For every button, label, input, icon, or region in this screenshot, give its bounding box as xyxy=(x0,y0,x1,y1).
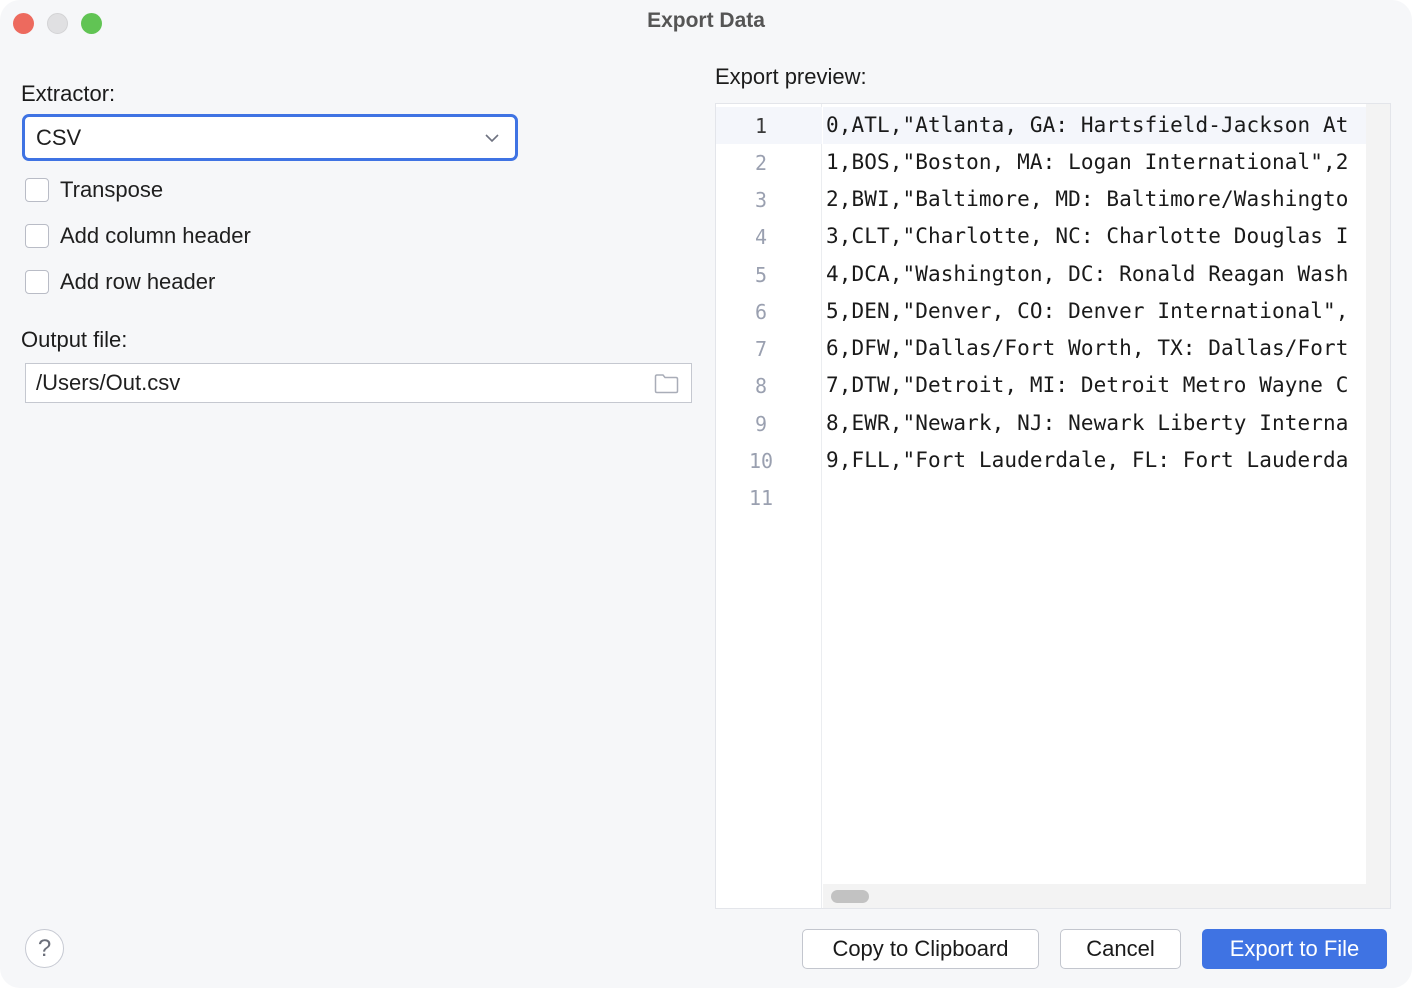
preview-line: 1,BOS,"Boston, MA: Logan International",… xyxy=(826,150,1349,174)
add-row-header-checkbox[interactable] xyxy=(25,270,49,294)
chevron-down-icon xyxy=(485,134,499,143)
preview-line: 0,ATL,"Atlanta, GA: Hartsfield-Jackson A… xyxy=(826,113,1349,137)
horizontal-scrollbar[interactable] xyxy=(823,884,1367,908)
output-file-value: /Users/Out.csv xyxy=(36,370,181,395)
line-number: 3 xyxy=(754,188,768,212)
add-column-header-checkbox[interactable] xyxy=(25,224,49,248)
add-column-header-option[interactable]: Add column header xyxy=(25,223,251,249)
horizontal-scrollbar-thumb[interactable] xyxy=(831,890,869,903)
preview-line: 3,CLT,"Charlotte, NC: Charlotte Douglas … xyxy=(826,224,1349,248)
line-number: 5 xyxy=(754,263,768,287)
preview-line: 6,DFW,"Dallas/Fort Worth, TX: Dallas/For… xyxy=(826,336,1349,360)
line-number: 10 xyxy=(748,449,774,473)
copy-to-clipboard-button[interactable]: Copy to Clipboard xyxy=(802,929,1039,969)
dialog-title: Export Data xyxy=(647,9,765,32)
preview-line: 4,DCA,"Washington, DC: Ronald Reagan Was… xyxy=(826,262,1349,286)
cancel-button[interactable]: Cancel xyxy=(1060,929,1181,969)
folder-icon[interactable] xyxy=(654,373,679,394)
preview-line: 5,DEN,"Denver, CO: Denver International"… xyxy=(826,299,1349,323)
question-mark-icon: ? xyxy=(37,934,52,962)
line-number: 4 xyxy=(754,225,768,249)
extractor-dropdown[interactable]: CSV xyxy=(22,114,518,161)
transpose-option[interactable]: Transpose xyxy=(25,177,163,203)
line-number: 1 xyxy=(754,114,768,138)
line-number: 8 xyxy=(754,374,768,398)
vertical-scrollbar[interactable] xyxy=(1366,104,1390,908)
add-row-header-label: Add row header xyxy=(60,269,216,294)
add-column-header-label: Add column header xyxy=(60,223,251,248)
export-preview-editor[interactable]: 1 2 3 4 5 6 7 8 9 10 11 0,ATL,"Atlanta, … xyxy=(715,103,1391,909)
preview-line: 7,DTW,"Detroit, MI: Detroit Metro Wayne … xyxy=(826,373,1349,397)
line-number: 6 xyxy=(754,300,768,324)
preview-line: 9,FLL,"Fort Lauderdale, FL: Fort Lauderd… xyxy=(826,448,1349,472)
export-data-dialog: Export Data Extractor: CSV Transpose Add… xyxy=(0,0,1412,988)
transpose-label: Transpose xyxy=(60,177,164,202)
transpose-checkbox[interactable] xyxy=(25,178,49,202)
output-file-input[interactable]: /Users/Out.csv xyxy=(25,363,692,403)
extractor-value: CSV xyxy=(36,124,82,150)
output-file-label: Output file: xyxy=(21,327,128,352)
export-preview-label: Export preview: xyxy=(715,64,867,89)
line-number: 2 xyxy=(754,151,768,175)
add-row-header-option[interactable]: Add row header xyxy=(25,269,215,295)
export-to-file-button[interactable]: Export to File xyxy=(1202,929,1387,969)
preview-line: 8,EWR,"Newark, NJ: Newark Liberty Intern… xyxy=(826,411,1349,435)
line-number: 7 xyxy=(754,337,768,361)
help-button[interactable]: ? xyxy=(25,929,64,968)
preview-line: 2,BWI,"Baltimore, MD: Baltimore/Washingt… xyxy=(826,187,1349,211)
line-number: 9 xyxy=(754,412,768,436)
line-number: 11 xyxy=(748,486,774,510)
extractor-label: Extractor: xyxy=(21,81,116,106)
